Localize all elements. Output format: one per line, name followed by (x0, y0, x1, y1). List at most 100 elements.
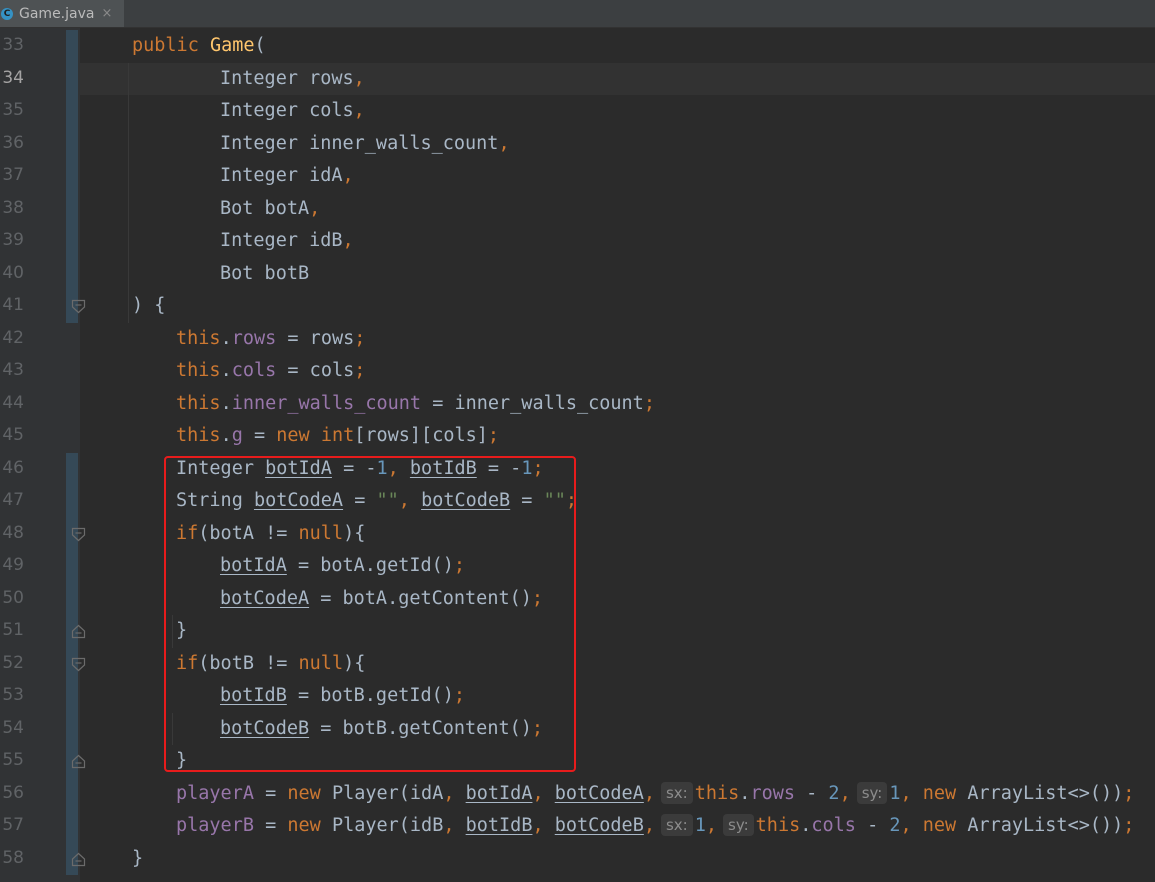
code-token: [rows][cols] (354, 425, 488, 446)
gutter-change-marker (66, 30, 78, 323)
line-number: 52 (2, 652, 24, 673)
fold-close-icon[interactable] (71, 852, 86, 867)
code-token: = rows (276, 327, 355, 349)
line-number: 56 (2, 782, 24, 803)
code-line[interactable]: Integer idA, (220, 160, 354, 192)
line-number: 54 (2, 717, 24, 738)
code-token: ; (643, 392, 655, 414)
code-line[interactable]: Integer idB, (220, 225, 354, 257)
code-line[interactable]: ) { (132, 290, 165, 322)
code-token: cols (811, 815, 856, 836)
code-token: Bot botB (220, 262, 310, 284)
code-token: . (220, 425, 232, 446)
code-token: new (287, 815, 332, 836)
code-token: ( (254, 35, 266, 56)
code-token: botIdA (465, 782, 533, 804)
code-token: ; (354, 327, 366, 349)
code-token: , (705, 815, 718, 836)
line-number: 34 (2, 67, 24, 88)
line-number: 41 (2, 295, 24, 315)
code-token: , (643, 782, 655, 804)
line-number: 43 (2, 360, 24, 380)
code-token: , (643, 815, 655, 836)
code-token: , (443, 815, 466, 836)
editor-tab-bar: C Game.java × (0, 0, 1155, 28)
code-token: 1 (889, 782, 901, 804)
code-line[interactable]: this.inner_walls_count = inner_walls_cou… (176, 388, 655, 420)
line-number: 44 (2, 392, 24, 413)
code-token: new int (276, 425, 355, 446)
code-token: } (132, 847, 144, 869)
code-line[interactable]: Integer rows, (220, 63, 365, 95)
code-token: botCodeA (554, 782, 644, 804)
code-token: this (755, 815, 801, 836)
line-number: 36 (2, 132, 24, 153)
fold-close-icon[interactable] (71, 754, 86, 769)
code-token: , (839, 782, 851, 804)
code-token: ; (1123, 782, 1135, 804)
code-token: inner_walls_count (231, 392, 422, 414)
code-token: Player(idA (331, 782, 444, 804)
code-token: Player(idB (331, 815, 444, 836)
line-number: 45 (2, 425, 24, 445)
code-token: . (220, 360, 232, 381)
code-token: , (532, 815, 555, 836)
fold-open-icon[interactable] (71, 527, 86, 542)
code-token: - (795, 782, 829, 804)
line-number: 49 (2, 555, 24, 575)
code-token: , (353, 100, 365, 121)
code-token: rows (231, 327, 277, 349)
code-token: g (231, 425, 243, 446)
code-line[interactable]: this.cols = cols; (176, 355, 365, 387)
code-token: botCodeB (554, 815, 644, 836)
code-line[interactable]: this.g = new int[rows][cols]; (176, 420, 499, 452)
parameter-hint: sx: (660, 814, 693, 836)
code-line[interactable]: playerB = new Player(idB, botIdB, botCod… (176, 810, 1134, 842)
code-token: Integer cols (220, 100, 354, 121)
code-token: Integer inner_walls_count (220, 132, 499, 154)
code-token: public (132, 35, 210, 56)
code-line[interactable]: Bot botB (220, 258, 309, 290)
code-token: ArrayList<>()) (967, 815, 1124, 836)
code-line[interactable]: Integer inner_walls_count, (220, 128, 510, 160)
code-token: = cols (276, 360, 355, 381)
line-number: 55 (2, 750, 24, 770)
highlight-box (164, 456, 576, 772)
parameter-hint: sx: (660, 781, 693, 804)
code-line[interactable]: } (132, 843, 143, 875)
line-number: 50 (2, 587, 24, 608)
parameter-hint: sy: (723, 814, 754, 836)
code-token: rows (750, 782, 795, 804)
code-token: playerA (176, 782, 254, 804)
line-number: 46 (2, 457, 24, 478)
code-line[interactable]: playerA = new Player(idA, botIdA, botCod… (176, 778, 1134, 810)
code-token: 2 (889, 815, 901, 836)
code-token: , (353, 67, 365, 89)
fold-open-icon[interactable] (71, 657, 86, 672)
code-token: , (342, 165, 354, 186)
code-token: Bot botA (220, 197, 310, 219)
code-line[interactable]: public Game( (132, 30, 266, 62)
code-token: this (176, 360, 221, 381)
close-tab-icon[interactable]: × (101, 6, 112, 21)
code-token: this (176, 425, 221, 446)
code-token: this (176, 327, 221, 349)
code-line[interactable]: this.rows = rows; (176, 323, 365, 355)
code-token: , (532, 782, 555, 804)
code-token: = inner_walls_count (421, 392, 644, 414)
code-token: , (443, 782, 466, 804)
code-line[interactable]: Bot botA, (220, 193, 320, 225)
code-token: playerB (176, 815, 254, 836)
code-token: this (176, 392, 221, 414)
fold-close-icon[interactable] (71, 624, 86, 639)
code-line[interactable]: Integer cols, (220, 95, 365, 127)
code-token: = (253, 782, 288, 804)
line-number: 42 (2, 327, 24, 348)
line-number: 37 (2, 165, 24, 185)
code-token: new (287, 782, 332, 804)
code-token: . (220, 392, 232, 414)
line-number: 38 (2, 197, 24, 218)
file-tab-game-java[interactable]: C Game.java × (0, 0, 124, 27)
fold-open-icon[interactable] (71, 299, 86, 314)
code-token: ; (487, 425, 500, 446)
